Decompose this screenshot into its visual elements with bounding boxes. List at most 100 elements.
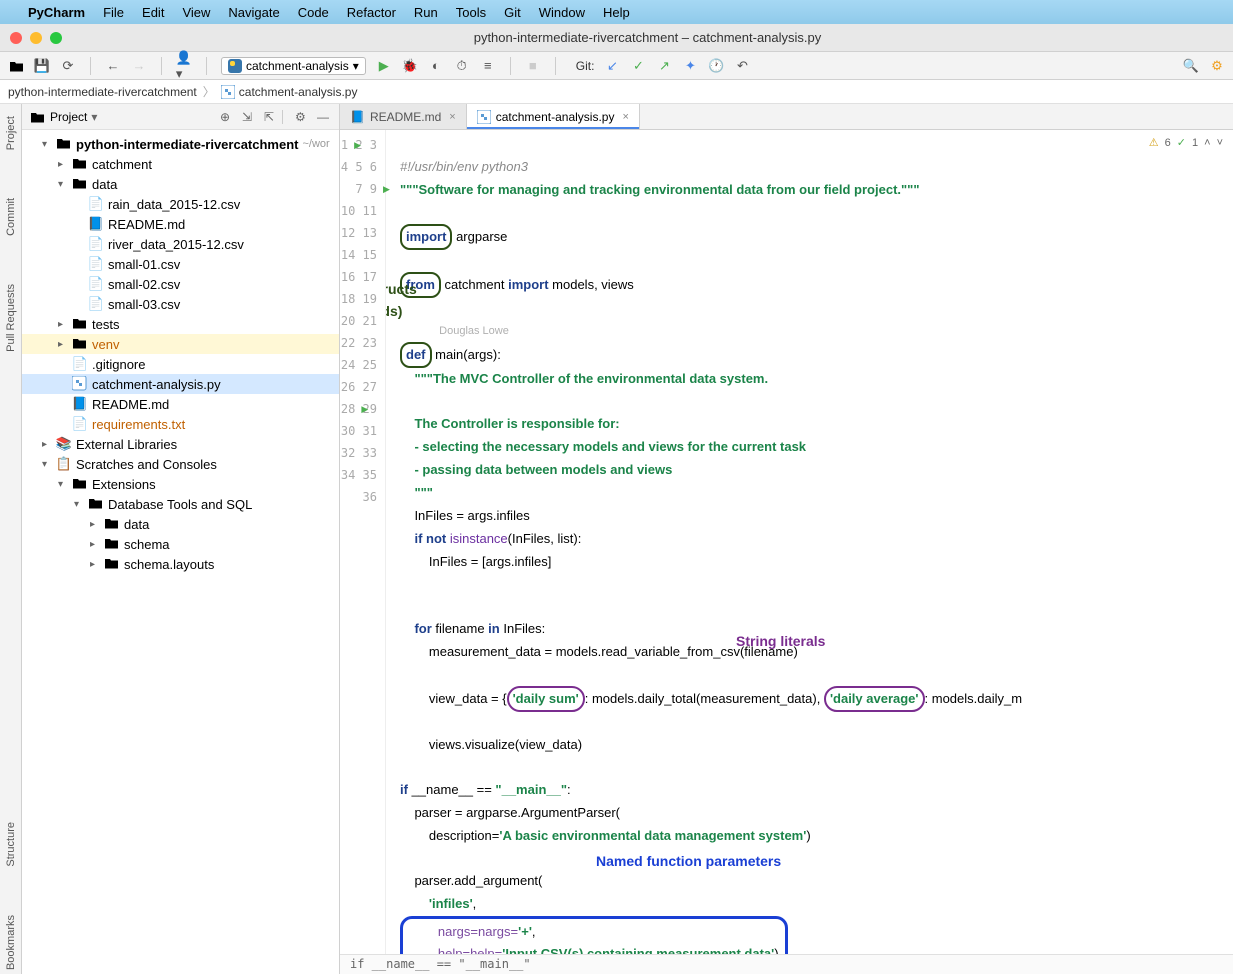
git-clock-icon[interactable]: 🕐: [708, 58, 724, 74]
project-panel: Project ▾ ⊕ ⇲ ⇱ ⚙ — ▾python-intermediate…: [22, 104, 340, 974]
concurrency-icon[interactable]: ≡: [480, 58, 496, 74]
tree-file[interactable]: 📄river_data_2015-12.csv: [22, 234, 339, 254]
menu-navigate[interactable]: Navigate: [228, 5, 279, 20]
macos-menubar: PyCharm File Edit View Navigate Code Ref…: [0, 0, 1233, 24]
project-tree[interactable]: ▾python-intermediate-rivercatchment~/wor…: [22, 130, 339, 974]
git-push-icon[interactable]: ↗: [656, 58, 672, 74]
tab-readme[interactable]: 📘README.md×: [340, 104, 467, 129]
tree-db-schema[interactable]: ▸schema: [22, 534, 339, 554]
app-menu[interactable]: PyCharm: [28, 5, 85, 20]
tree-external-libs[interactable]: ▸📚External Libraries: [22, 434, 339, 454]
chevron-down-icon: ▾: [353, 59, 359, 73]
minimize-window-button[interactable]: [30, 32, 42, 44]
window-title: python-intermediate-rivercatchment – cat…: [62, 30, 1233, 45]
open-icon[interactable]: [8, 58, 24, 74]
pull-requests-tool-tab[interactable]: Pull Requests: [3, 280, 19, 356]
tree-folder-data[interactable]: ▾data: [22, 174, 339, 194]
close-tab-icon[interactable]: ×: [622, 111, 628, 123]
tree-file[interactable]: 📄small-03.csv: [22, 294, 339, 314]
tree-file[interactable]: 📘README.md: [22, 214, 339, 234]
left-tool-gutter: Project Commit Pull Requests Structure B…: [0, 104, 22, 974]
chevron-down-icon[interactable]: ▾: [91, 110, 97, 124]
editor-tabs: 📘README.md× catchment-analysis.py×: [340, 104, 1233, 130]
run-config-label: catchment-analysis: [246, 59, 349, 73]
git-update-icon[interactable]: ↙: [604, 58, 620, 74]
coverage-icon[interactable]: ◐: [428, 58, 444, 74]
menu-refactor[interactable]: Refactor: [347, 5, 396, 20]
bookmarks-tool-tab[interactable]: Bookmarks: [3, 911, 19, 974]
git-label: Git:: [576, 59, 595, 73]
project-icon: [30, 110, 44, 124]
tab-analysis[interactable]: catchment-analysis.py×: [467, 104, 640, 129]
tree-extensions[interactable]: ▾Extensions: [22, 474, 339, 494]
breadcrumb-bottom: if __name__ == "__main__": [340, 954, 1233, 974]
menu-run[interactable]: Run: [414, 5, 438, 20]
tree-scratches[interactable]: ▾📋Scratches and Consoles: [22, 454, 339, 474]
close-window-button[interactable]: [10, 32, 22, 44]
project-panel-title: Project: [50, 110, 87, 124]
project-tool-tab[interactable]: Project: [3, 112, 19, 154]
tree-db-data[interactable]: ▸data: [22, 514, 339, 534]
collapse-all-icon[interactable]: ⇱: [264, 110, 278, 124]
settings-icon[interactable]: ⚙: [1209, 58, 1225, 74]
tree-file-readme[interactable]: 📘README.md: [22, 394, 339, 414]
tree-file[interactable]: 📄small-02.csv: [22, 274, 339, 294]
close-tab-icon[interactable]: ×: [449, 111, 455, 123]
code-editor[interactable]: ⚠6 ✓1 ˄˅ 1▶ 2 3 4 5 6 7 9▶ 10 11 12 13 1…: [340, 130, 1233, 954]
menu-git[interactable]: Git: [504, 5, 521, 20]
commit-tool-tab[interactable]: Commit: [3, 194, 19, 240]
line-gutter[interactable]: 1▶ 2 3 4 5 6 7 9▶ 10 11 12 13 14 15 16 1…: [340, 130, 386, 954]
git-rollback-icon[interactable]: ↶: [734, 58, 750, 74]
menu-code[interactable]: Code: [298, 5, 329, 20]
menu-tools[interactable]: Tools: [456, 5, 486, 20]
git-commit-icon[interactable]: ✓: [630, 58, 646, 74]
breadcrumb-root[interactable]: python-intermediate-rivercatchment: [8, 85, 197, 99]
maximize-window-button[interactable]: [50, 32, 62, 44]
menu-file[interactable]: File: [103, 5, 124, 20]
breadcrumb-file[interactable]: catchment-analysis.py: [239, 85, 358, 99]
gear-icon[interactable]: ⚙: [295, 110, 309, 124]
select-opened-icon[interactable]: ⊕: [220, 110, 234, 124]
git-history-icon[interactable]: ✦: [682, 58, 698, 74]
tree-file-gitignore[interactable]: 📄.gitignore: [22, 354, 339, 374]
python-file-icon: [221, 85, 235, 99]
run-icon[interactable]: ▶: [376, 58, 392, 74]
breadcrumb-separator-icon: 〉: [203, 83, 215, 100]
search-icon[interactable]: 🔍: [1183, 58, 1199, 74]
window-titlebar: python-intermediate-rivercatchment – cat…: [0, 24, 1233, 52]
annotation-named-params: Named function parameters: [596, 850, 781, 872]
profile-icon[interactable]: ⏱: [454, 58, 470, 74]
menu-window[interactable]: Window: [539, 5, 585, 20]
editor-area: 📘README.md× catchment-analysis.py× ⚠6 ✓1…: [340, 104, 1233, 974]
tree-folder-catchment[interactable]: ▸catchment: [22, 154, 339, 174]
sync-icon[interactable]: ⟳: [60, 58, 76, 74]
menu-view[interactable]: View: [182, 5, 210, 20]
annotation-string-literals: String literals: [736, 630, 825, 652]
tree-root[interactable]: ▾python-intermediate-rivercatchment~/wor: [22, 134, 339, 154]
expand-all-icon[interactable]: ⇲: [242, 110, 256, 124]
menu-edit[interactable]: Edit: [142, 5, 164, 20]
tree-file-analysis[interactable]: catchment-analysis.py: [22, 374, 339, 394]
tree-file[interactable]: 📄small-01.csv: [22, 254, 339, 274]
main-toolbar: 💾 ⟳ ← → 👤▾ catchment-analysis ▾ ▶ 🐞 ◐ ⏱ …: [0, 52, 1233, 80]
debug-icon[interactable]: 🐞: [402, 58, 418, 74]
run-config-selector[interactable]: catchment-analysis ▾: [221, 57, 366, 75]
structure-tool-tab[interactable]: Structure: [3, 818, 19, 871]
tree-file[interactable]: 📄rain_data_2015-12.csv: [22, 194, 339, 214]
tree-dbtools[interactable]: ▾Database Tools and SQL: [22, 494, 339, 514]
tree-db-layouts[interactable]: ▸schema.layouts: [22, 554, 339, 574]
back-icon[interactable]: ←: [105, 58, 121, 74]
breadcrumb: python-intermediate-rivercatchment 〉 cat…: [0, 80, 1233, 104]
menu-help[interactable]: Help: [603, 5, 630, 20]
tree-folder-tests[interactable]: ▸tests: [22, 314, 339, 334]
author-inlay: Douglas Lowe: [439, 325, 509, 337]
code-content[interactable]: #!/usr/bin/env python3 """Software for m…: [386, 130, 1233, 954]
tree-file-requirements[interactable]: 📄requirements.txt: [22, 414, 339, 434]
run-with-coverage-icon[interactable]: 👤▾: [176, 58, 192, 74]
forward-icon[interactable]: →: [131, 58, 147, 74]
stop-icon[interactable]: ■: [525, 58, 541, 74]
save-icon[interactable]: 💾: [34, 58, 50, 74]
annotation-language-constructs: Language constructs(reserved words): [386, 278, 436, 322]
tree-folder-venv[interactable]: ▸venv: [22, 334, 339, 354]
hide-icon[interactable]: —: [317, 110, 331, 124]
